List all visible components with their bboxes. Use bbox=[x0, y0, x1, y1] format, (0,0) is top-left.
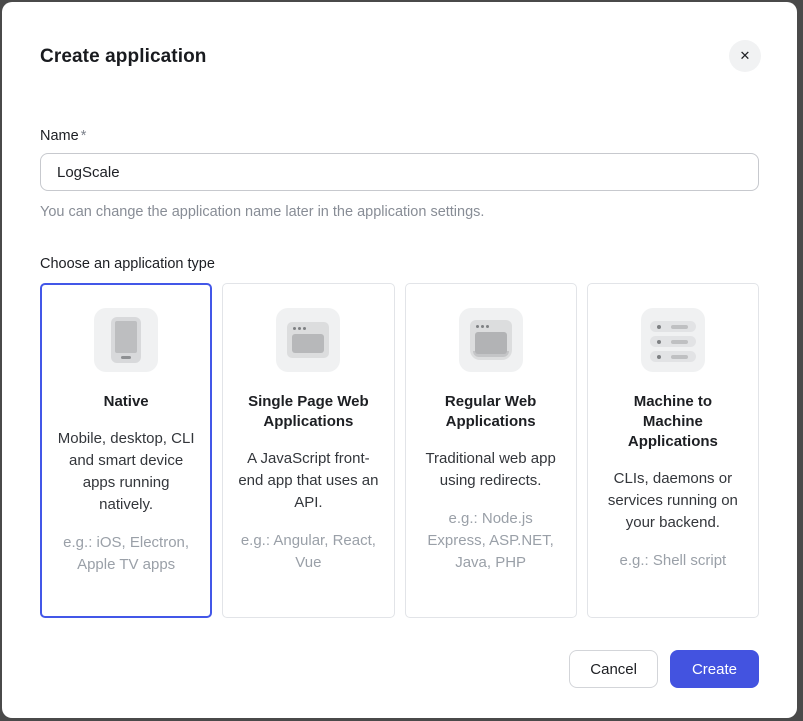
browser-window-content-shape bbox=[475, 332, 507, 354]
card-single-page-web[interactable]: Single Page Web Applications A JavaScrip… bbox=[222, 283, 394, 618]
browser-window-dots bbox=[476, 325, 489, 328]
card-title: Regular Web Applications bbox=[420, 392, 562, 432]
browser-window-icon bbox=[459, 308, 523, 372]
phone-icon bbox=[94, 308, 158, 372]
card-title: Native bbox=[55, 392, 197, 412]
phone-body-shape bbox=[111, 317, 141, 363]
create-application-dialog: ✕ Create application Name* You can chang… bbox=[2, 2, 797, 718]
card-description: CLIs, daemons or services running on you… bbox=[602, 468, 744, 534]
name-helper-text: You can change the application name late… bbox=[40, 204, 759, 220]
card-title: Single Page Web Applications bbox=[237, 392, 379, 432]
card-regular-web[interactable]: Regular Web Applications Traditional web… bbox=[405, 283, 577, 618]
browser-content-shape bbox=[292, 334, 324, 353]
cancel-button[interactable]: Cancel bbox=[569, 650, 658, 688]
close-icon: ✕ bbox=[740, 48, 751, 64]
card-example: e.g.: Shell script bbox=[602, 550, 744, 572]
card-machine-to-machine[interactable]: Machine to Machine Applications CLIs, da… bbox=[587, 283, 759, 618]
name-label-text: Name bbox=[40, 128, 79, 144]
server-icon bbox=[641, 308, 705, 372]
create-button[interactable]: Create bbox=[670, 650, 759, 688]
name-label: Name* bbox=[40, 128, 759, 144]
close-button[interactable]: ✕ bbox=[729, 40, 761, 72]
required-asterisk: * bbox=[81, 128, 87, 144]
phone-screen-shape bbox=[115, 321, 137, 353]
card-example: e.g.: Node.js Express, ASP.NET, Java, PH… bbox=[420, 508, 562, 574]
application-name-input[interactable] bbox=[40, 153, 759, 191]
application-type-cards: Native Mobile, desktop, CLI and smart de… bbox=[40, 283, 759, 618]
server-stack-shape bbox=[650, 321, 696, 362]
application-type-label: Choose an application type bbox=[40, 256, 759, 272]
card-description: Mobile, desktop, CLI and smart device ap… bbox=[55, 428, 197, 516]
card-description: Traditional web app using redirects. bbox=[420, 448, 562, 492]
card-example: e.g.: Angular, React, Vue bbox=[237, 530, 379, 574]
card-description: A JavaScript front-end app that uses an … bbox=[237, 448, 379, 514]
card-title: Machine to Machine Applications bbox=[602, 392, 744, 452]
phone-home-bar-shape bbox=[121, 356, 131, 359]
browser-body-shape bbox=[287, 322, 329, 358]
dialog-footer: Cancel Create bbox=[40, 650, 759, 688]
browser-window-body-shape bbox=[470, 320, 512, 360]
browser-icon bbox=[276, 308, 340, 372]
card-native[interactable]: Native Mobile, desktop, CLI and smart de… bbox=[40, 283, 212, 618]
card-example: e.g.: iOS, Electron, Apple TV apps bbox=[55, 532, 197, 576]
dialog-title: Create application bbox=[40, 46, 759, 68]
browser-dots bbox=[293, 327, 306, 330]
